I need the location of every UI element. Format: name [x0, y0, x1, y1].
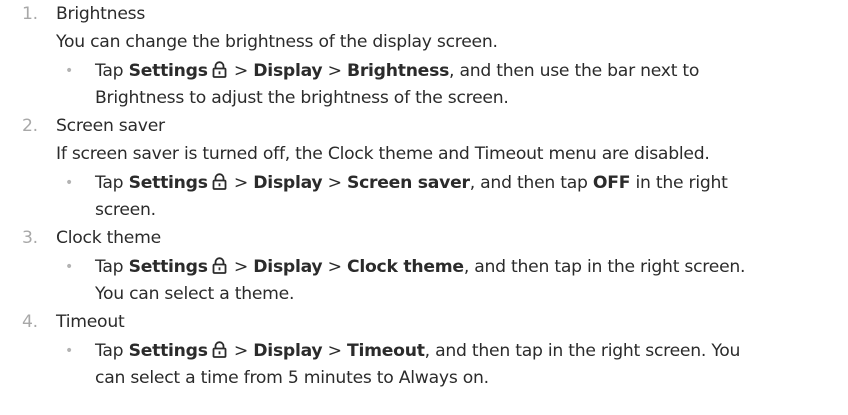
- item-number: 2.: [22, 116, 38, 136]
- step-continuation: screen.: [95, 200, 156, 220]
- step-tail: , and then tap in the right screen.: [463, 257, 746, 277]
- menu-settings: Settings: [128, 341, 208, 361]
- menu-brightness: Brightness: [346, 61, 450, 81]
- item-number: 3.: [22, 228, 38, 248]
- item-title: Timeout: [56, 312, 125, 332]
- bullet-icon: •: [65, 175, 74, 191]
- item-title: Clock theme: [56, 228, 161, 248]
- step-tap: Tap: [95, 61, 129, 81]
- step-tap: Tap: [95, 341, 129, 361]
- item-title: Screen saver: [56, 116, 165, 136]
- step-text: Tap Settings > Display > Timeout, and th…: [95, 339, 740, 363]
- separator: >: [228, 257, 254, 277]
- separator: >: [322, 257, 347, 277]
- lock-icon: [212, 61, 227, 78]
- lock-icon: [212, 257, 227, 274]
- separator: >: [228, 61, 254, 81]
- menu-display: Display: [253, 173, 323, 193]
- menu-display: Display: [253, 341, 323, 361]
- menu-settings: Settings: [128, 61, 208, 81]
- separator: >: [322, 61, 347, 81]
- menu-settings: Settings: [128, 257, 208, 277]
- step-text: Tap Settings > Display > Clock theme, an…: [95, 255, 746, 279]
- step-tail: , and then tap in the right screen. You: [424, 341, 741, 361]
- step-tail: , and then use the bar next to: [449, 61, 700, 81]
- step-continuation: Brightness to adjust the brightness of t…: [95, 88, 509, 108]
- menu-screen-saver: Screen saver: [346, 173, 470, 193]
- menu-display: Display: [253, 61, 323, 81]
- menu-settings: Settings: [128, 173, 208, 193]
- lock-icon: [212, 341, 227, 358]
- step-tail: in the right: [630, 173, 728, 193]
- step-tap: Tap: [95, 173, 129, 193]
- bullet-icon: •: [65, 259, 74, 275]
- step-tap: Tap: [95, 257, 129, 277]
- menu-clock-theme: Clock theme: [346, 257, 464, 277]
- step-continuation: can select a time from 5 minutes to Alwa…: [95, 368, 489, 388]
- bullet-icon: •: [65, 63, 74, 79]
- separator: >: [322, 341, 347, 361]
- step-continuation: You can select a theme.: [95, 284, 295, 304]
- bullet-icon: •: [65, 343, 74, 359]
- separator: >: [322, 173, 347, 193]
- item-number: 4.: [22, 312, 38, 332]
- item-title: Brightness: [56, 4, 146, 24]
- step-text: Tap Settings > Display > Brightness, and…: [95, 59, 699, 83]
- item-description: You can change the brightness of the dis…: [56, 32, 498, 52]
- item-description: If screen saver is turned off, the Clock…: [56, 144, 710, 164]
- separator: >: [228, 173, 254, 193]
- lock-icon: [212, 173, 227, 190]
- menu-timeout: Timeout: [346, 341, 425, 361]
- off-option: OFF: [592, 173, 631, 193]
- item-number: 1.: [22, 4, 38, 24]
- step-text: Tap Settings > Display > Screen saver, a…: [95, 171, 728, 195]
- menu-display: Display: [253, 257, 323, 277]
- step-mid: , and then tap: [469, 173, 593, 193]
- separator: >: [228, 341, 254, 361]
